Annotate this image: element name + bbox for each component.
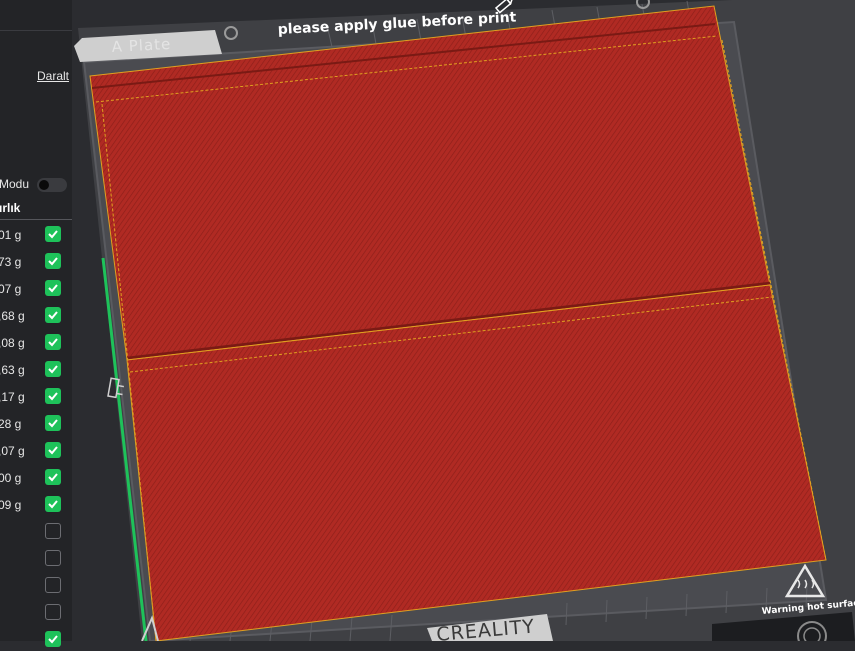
filament-row: ,17 g — [0, 388, 72, 408]
filament-weight: ,07 g — [0, 444, 25, 458]
filament-checkbox[interactable] — [45, 631, 61, 647]
check-icon — [48, 419, 58, 428]
filament-weight: 00 g — [0, 471, 22, 485]
filament-checkbox[interactable] — [45, 334, 61, 350]
filament-checkbox[interactable] — [45, 280, 61, 296]
check-icon — [48, 392, 58, 401]
check-icon — [48, 500, 58, 509]
filament-row: 09 g — [0, 496, 72, 516]
filament-row: 01 g — [0, 226, 72, 246]
filament-weight: ,08 g — [0, 336, 25, 350]
filament-row: 73 g — [0, 253, 72, 273]
filament-checkbox[interactable] — [45, 442, 61, 458]
filament-row: 28 g — [0, 415, 72, 435]
check-icon — [48, 635, 58, 644]
filament-checkbox[interactable] — [45, 496, 61, 512]
filament-checkbox[interactable] — [45, 226, 61, 242]
check-icon — [48, 338, 58, 347]
divider — [0, 219, 72, 220]
filament-checkbox[interactable] — [45, 604, 61, 620]
mode-row: Modu — [0, 177, 72, 193]
filament-row — [0, 550, 72, 570]
filament-checkbox[interactable] — [45, 307, 61, 323]
filament-row: ,68 g — [0, 307, 72, 327]
filament-row — [0, 604, 72, 624]
printed-model[interactable] — [89, 5, 827, 641]
build-plate-viewport[interactable]: A Plate please apply glue before print C… — [72, 0, 855, 641]
filament-weight: 01 g — [0, 228, 22, 242]
mode-toggle[interactable] — [37, 178, 67, 192]
check-icon — [48, 473, 58, 482]
filament-checkbox[interactable] — [45, 253, 61, 269]
filament-weight: 28 g — [0, 417, 22, 431]
weight-column-header: ırlık — [0, 201, 21, 215]
filament-row: 00 g — [0, 469, 72, 489]
filament-row — [0, 631, 72, 651]
filament-row — [0, 523, 72, 543]
divider — [0, 30, 72, 31]
filament-weight: ,68 g — [0, 309, 25, 323]
plate-name: A Plate — [111, 35, 171, 56]
filament-row: ,08 g — [0, 334, 72, 354]
build-plate-canvas[interactable]: A Plate please apply glue before print C… — [72, 0, 855, 641]
check-icon — [48, 284, 58, 293]
left-panel: Daralt Modu ırlık 01 g 73 g 07 g ,68 g ,08 g… — [0, 0, 72, 647]
filament-checkbox[interactable] — [45, 388, 61, 404]
filament-weight: ,63 g — [0, 363, 25, 377]
filament-row: ,07 g — [0, 442, 72, 462]
check-icon — [48, 257, 58, 266]
check-icon — [48, 446, 58, 455]
filament-checkbox[interactable] — [45, 523, 61, 539]
toggle-knob — [39, 180, 49, 190]
filament-row: 07 g — [0, 280, 72, 300]
filament-weight: ,17 g — [0, 390, 25, 404]
filament-weight: 09 g — [0, 498, 22, 512]
check-icon — [48, 365, 58, 374]
check-icon — [48, 230, 58, 239]
mode-label: Modu — [0, 177, 30, 191]
filament-weight: 73 g — [0, 255, 22, 269]
filament-checkbox[interactable] — [45, 550, 61, 566]
check-icon — [48, 311, 58, 320]
filament-row: ,63 g — [0, 361, 72, 381]
filament-weight: 07 g — [0, 282, 22, 296]
filament-checkbox[interactable] — [45, 361, 61, 377]
filament-row — [0, 577, 72, 597]
collapse-link[interactable]: Daralt — [37, 69, 69, 83]
filament-checkbox[interactable] — [45, 577, 61, 593]
filament-checkbox[interactable] — [45, 469, 61, 485]
filament-checkbox[interactable] — [45, 415, 61, 431]
